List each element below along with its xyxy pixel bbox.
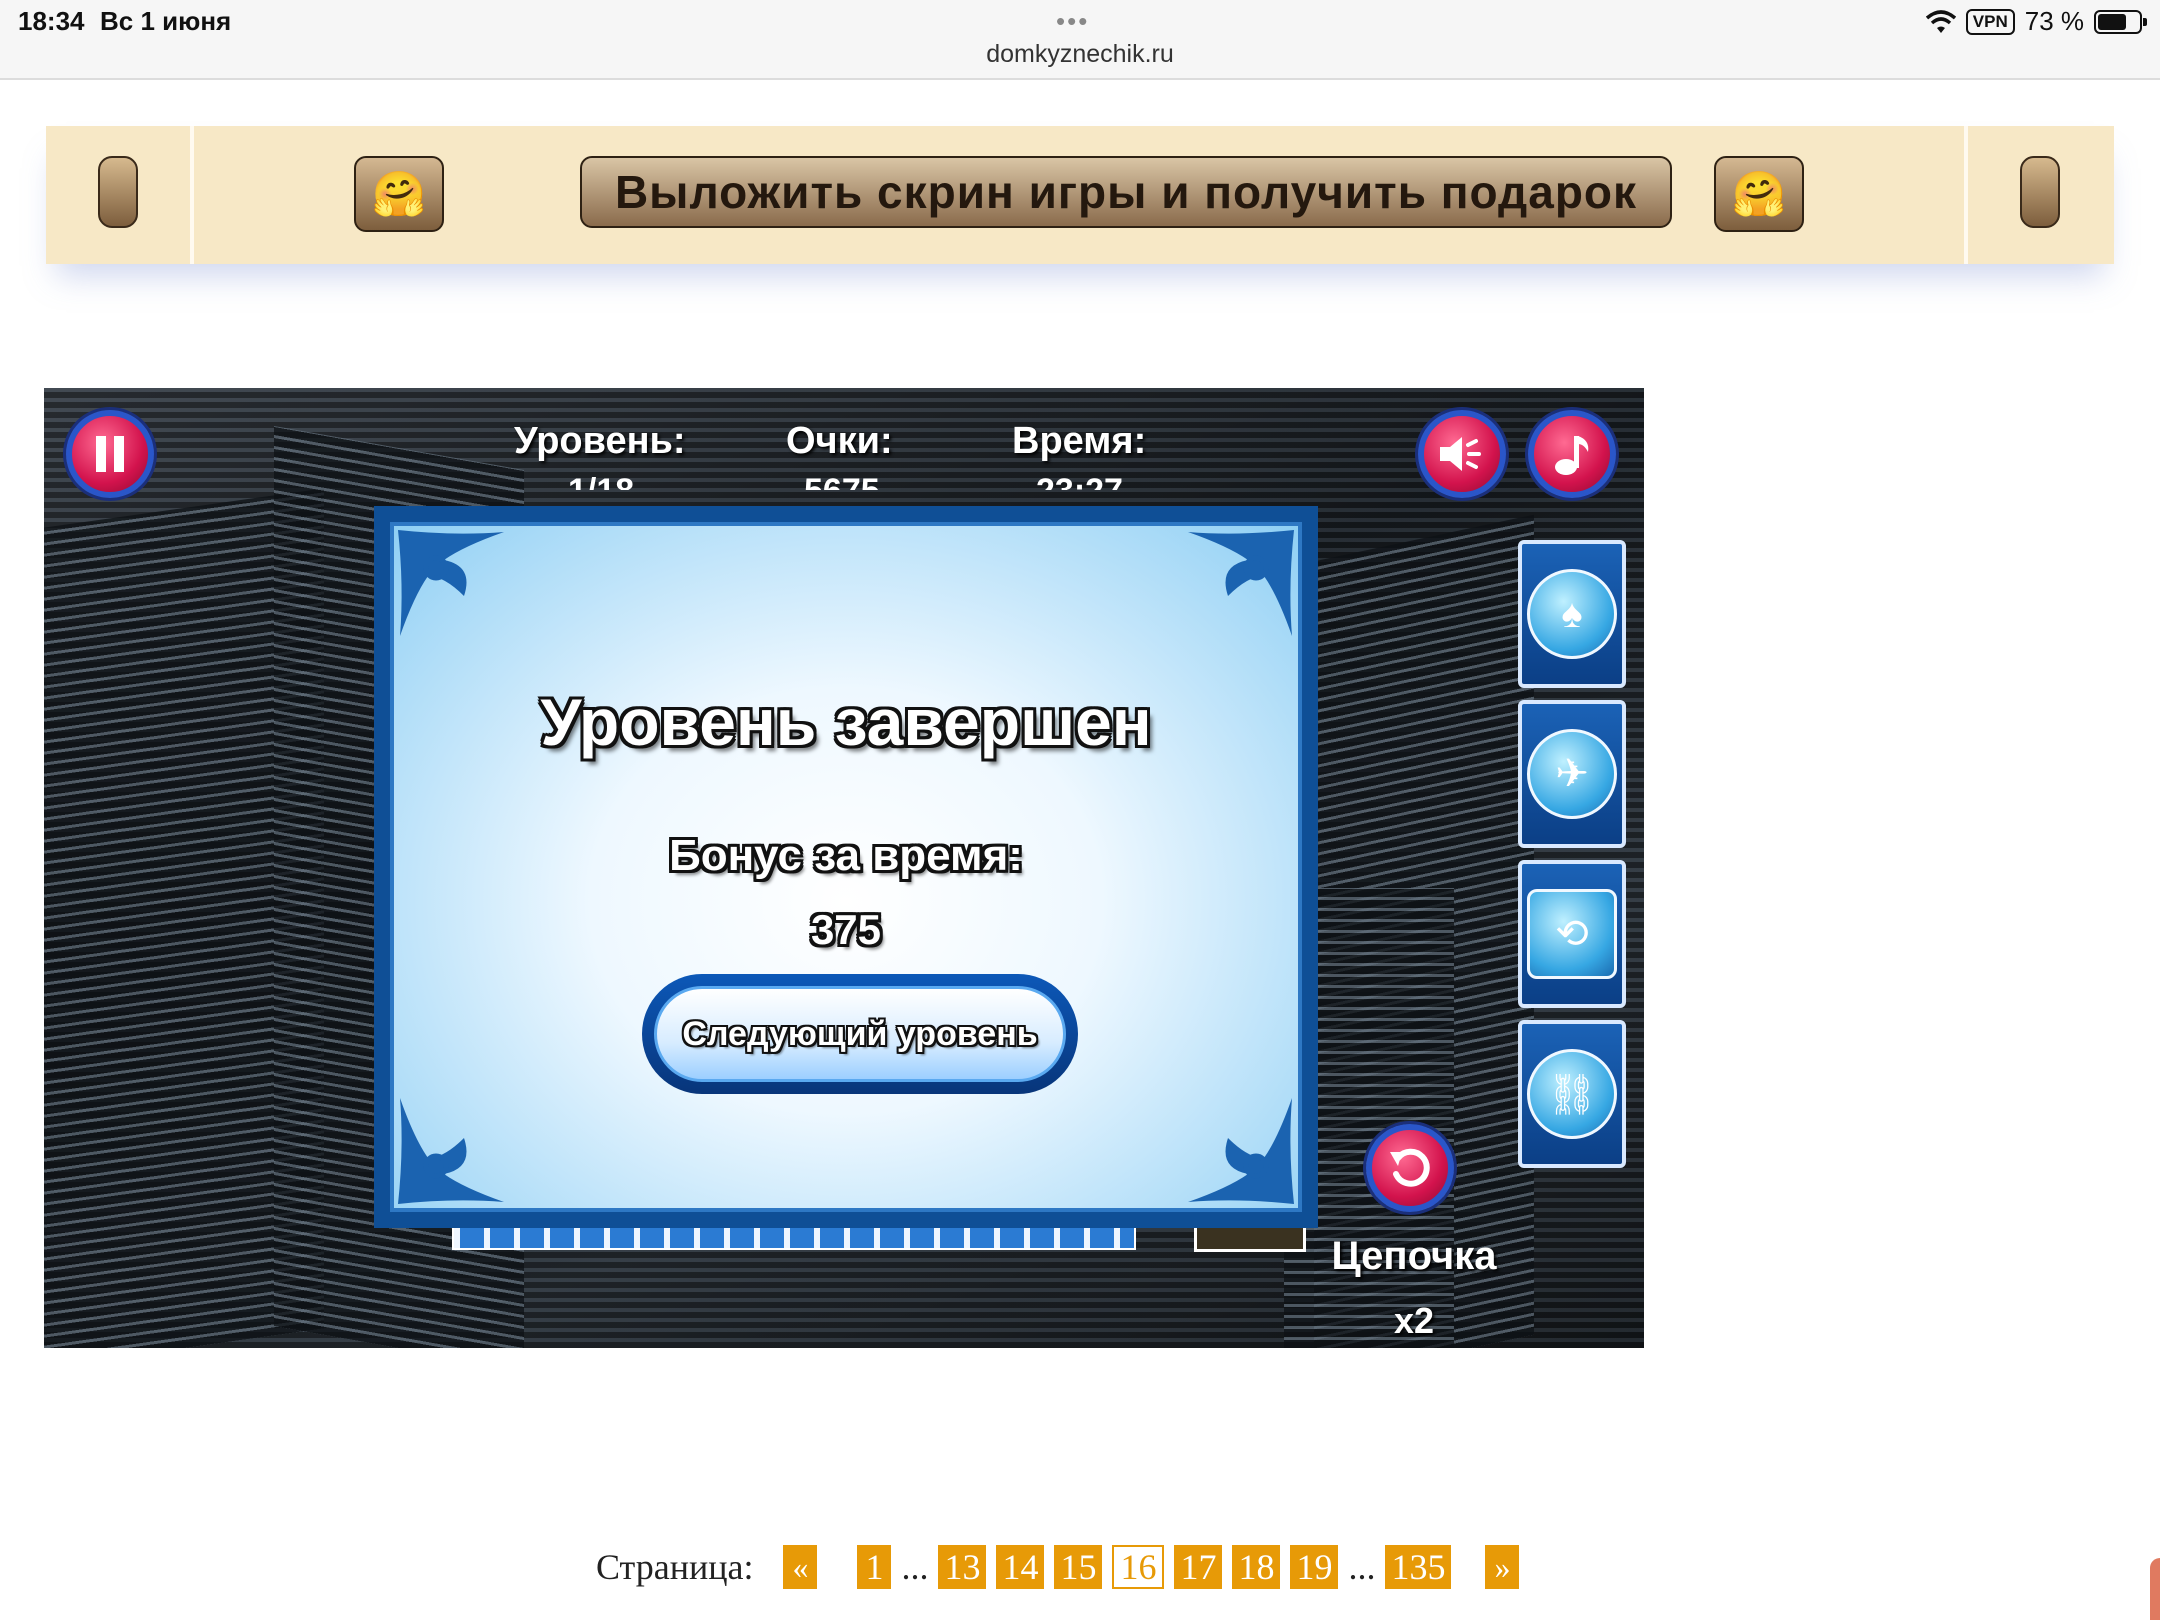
time-bonus-label: Бонус за время:: [669, 831, 1023, 880]
chain-icon: ⛓: [1527, 1049, 1617, 1139]
pagination-page-14[interactable]: 14: [996, 1545, 1045, 1589]
time-label: Время:: [1012, 420, 1147, 462]
side-edge-tab[interactable]: [2150, 1558, 2160, 1620]
address-bar-url[interactable]: domkyznechik.ru: [0, 40, 2160, 69]
level-value: 1/18: [568, 474, 634, 490]
chain-label: Цепочка: [1331, 1234, 1497, 1278]
airplane-powerup-tile[interactable]: ✈: [1518, 700, 1626, 848]
trash-icon: ⟲: [1527, 889, 1617, 979]
time-bonus-value: 375: [810, 906, 882, 953]
level-complete-panel: Уровень завершен Бонус за время: 375 Сле…: [390, 522, 1302, 1212]
cards-powerup-tile[interactable]: ♠: [1518, 540, 1626, 688]
next-level-button[interactable]: Следующий уровень: [642, 974, 1078, 1094]
sound-button[interactable]: [1418, 410, 1506, 498]
status-bar: 18:34 Вс 1 июня ••• domkyznechik.ru VPN …: [0, 0, 2160, 80]
status-indicators: VPN 73 %: [1925, 6, 2147, 37]
undo-button[interactable]: [1366, 1124, 1454, 1212]
banner-divider: [190, 126, 194, 264]
chain-powerup-tile[interactable]: ⛓: [1518, 1020, 1626, 1168]
pagination-label: Страница:: [596, 1547, 754, 1587]
pagination-page-135[interactable]: 135: [1385, 1545, 1452, 1589]
share-screenshot-button[interactable]: Выложить скрин игры и получить подарок: [580, 156, 1672, 228]
battery-percent: 73 %: [2024, 6, 2084, 36]
banner-right-handle[interactable]: [2020, 156, 2060, 228]
speaker-icon: [1440, 437, 1481, 471]
banner-divider: [1964, 126, 1968, 264]
ornament-corner-icon: [398, 530, 504, 636]
music-button[interactable]: [1528, 410, 1616, 498]
battery-icon: [2094, 9, 2147, 34]
pagination-page-13[interactable]: 13: [938, 1545, 987, 1589]
cards-icon: ♠: [1527, 569, 1617, 659]
level-complete-title: Уровень завершен: [540, 685, 1152, 759]
pagination-ellipsis: ...: [901, 1547, 929, 1587]
hugging-emoji-right-icon[interactable]: 🤗: [1714, 156, 1804, 232]
pagination-next-button[interactable]: »: [1485, 1545, 1520, 1589]
pagination-page-17[interactable]: 17: [1174, 1545, 1223, 1589]
pagination-page-1[interactable]: 1: [857, 1545, 892, 1589]
banner-left-handle[interactable]: [98, 156, 138, 228]
airplane-icon: ✈: [1527, 729, 1617, 819]
pagination-page-18[interactable]: 18: [1232, 1545, 1281, 1589]
vpn-badge: VPN: [1965, 8, 2015, 35]
pagination-prev-button[interactable]: «: [783, 1545, 818, 1589]
pause-button[interactable]: [66, 410, 154, 498]
promo-banner: 🤗 Выложить скрин игры и получить подарок…: [46, 126, 2114, 264]
pagination-page-15[interactable]: 15: [1054, 1545, 1103, 1589]
next-level-button-label: Следующий уровень: [654, 986, 1066, 1082]
ornament-corner-icon: [1188, 530, 1294, 636]
level-complete-dialog: Уровень завершен Бонус за время: 375 Сле…: [374, 506, 1318, 1228]
pagination: Страница: « 1 ... 13 14 15 16 17 18 19 .…: [596, 1544, 1520, 1590]
pagination-page-current[interactable]: 16: [1112, 1545, 1165, 1589]
score-label: Очки:: [786, 420, 893, 462]
chain-multiplier: x2: [1393, 1300, 1435, 1341]
music-note-icon: [1555, 436, 1589, 475]
time-value: 23:27: [1036, 474, 1123, 490]
pause-icon: [96, 436, 124, 472]
status-date: Вс 1 июня: [100, 6, 232, 36]
pagination-page-19[interactable]: 19: [1290, 1545, 1339, 1589]
ornament-corner-icon: [1188, 1098, 1294, 1204]
game-canvas[interactable]: Уровень: 1/18 Очки: 5675 Время: 23:27 ♠ …: [44, 388, 1644, 1348]
hugging-emoji-left-icon[interactable]: 🤗: [354, 156, 444, 232]
level-label: Уровень:: [514, 420, 686, 462]
undo-icon: [1390, 1148, 1430, 1187]
trash-powerup-tile[interactable]: ⟲: [1518, 860, 1626, 1008]
pagination-ellipsis: ...: [1348, 1547, 1376, 1587]
status-time: 18:34: [18, 6, 85, 36]
wifi-icon: [1925, 9, 1956, 33]
score-value: 5675: [804, 474, 880, 490]
ornament-corner-icon: [398, 1098, 504, 1204]
browser-menu-dots-icon[interactable]: •••: [1056, 6, 1089, 37]
